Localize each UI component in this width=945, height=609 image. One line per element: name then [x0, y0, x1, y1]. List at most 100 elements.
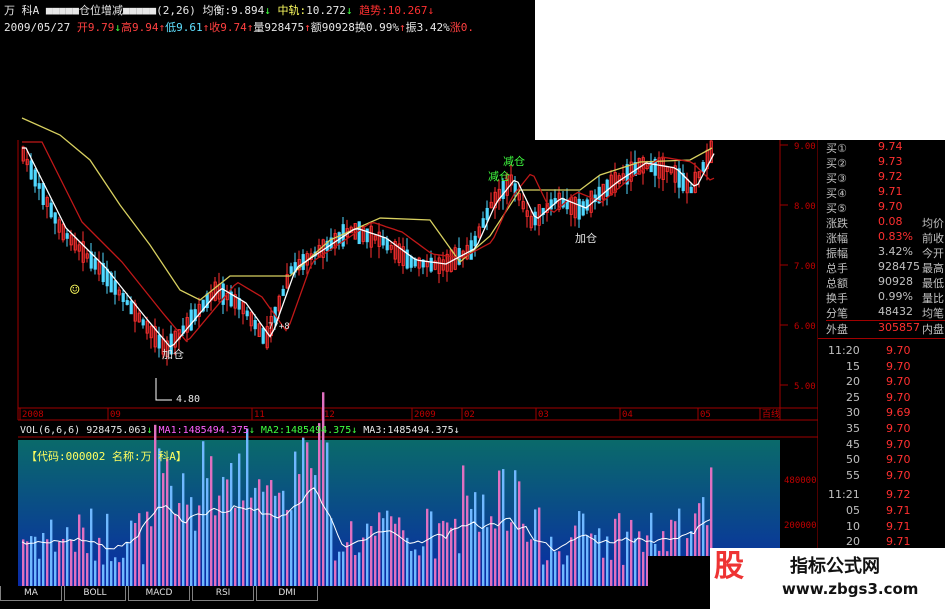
- quote-row: 买③ 9.72: [826, 170, 945, 185]
- volume-bar: [246, 428, 249, 586]
- candle-body: [261, 327, 265, 344]
- volume-bar: [434, 558, 437, 586]
- indicator-header: 万 科A ■■■■■仓位增减■■■■■(2,26) 均衡:9.894↓ 中轨:1…: [4, 2, 434, 18]
- tick-time: 15: [846, 359, 860, 373]
- tab-ma[interactable]: MA: [0, 586, 62, 601]
- volume-bar: [86, 553, 89, 586]
- down-arrow-icon: ↓: [345, 4, 353, 17]
- tick-time: 35: [846, 422, 860, 435]
- tab-macd[interactable]: MACD: [128, 586, 190, 601]
- candle-body: [141, 319, 145, 326]
- quote-value: 9.70: [878, 200, 903, 213]
- volume-bar: [546, 560, 549, 586]
- volume-axis: 480000 200000: [784, 476, 817, 531]
- candle-body: [473, 235, 477, 247]
- stock-name: 万 科A: [4, 4, 40, 17]
- volume-bar: [318, 423, 321, 586]
- quote-row: 涨幅 0.83% 前收: [826, 230, 945, 245]
- tick-time: 20: [846, 375, 860, 389]
- candle-body: [485, 207, 489, 221]
- down-arrow-icon: ↓: [114, 21, 121, 34]
- volume-bar: [610, 559, 613, 586]
- trend-label: 趋势:: [359, 4, 388, 17]
- volume-bar: [474, 492, 477, 586]
- volume-bar: [250, 497, 253, 586]
- candle-body: [221, 283, 225, 305]
- volume-bar: [406, 537, 409, 586]
- tab-dmi[interactable]: DMI: [256, 586, 318, 601]
- candle-body: [409, 256, 413, 268]
- tick-time: 50: [846, 453, 860, 467]
- volume-bar: [606, 536, 609, 586]
- candle-body: [385, 238, 389, 251]
- close-price: 收9.74: [209, 21, 247, 34]
- watermark-logo: 股: [714, 549, 744, 584]
- volume-tick-label: 200000: [784, 521, 817, 531]
- volume-bar: [174, 513, 177, 586]
- volume-bar: [34, 536, 37, 586]
- volume-bar: [498, 470, 501, 586]
- volume-bar: [614, 518, 617, 586]
- quote-value: 0.99%: [878, 290, 913, 303]
- quote-label: 买④: [826, 187, 847, 200]
- time-tick-label: 12: [324, 410, 335, 420]
- quote-label: 总额: [826, 277, 848, 290]
- mid-label: 中轨:: [277, 4, 307, 17]
- volume-bar: [258, 479, 261, 586]
- quote-label: 买①: [826, 142, 847, 155]
- volume-bar: [526, 541, 529, 586]
- watermark-url: www.zbgs3.com: [782, 580, 919, 598]
- volume-bar: [418, 555, 421, 586]
- volume-bar: [466, 495, 469, 586]
- volume-bar: [134, 522, 137, 586]
- tick-row: 11:20 9.70: [828, 344, 945, 358]
- volume-bar: [254, 487, 257, 586]
- vol-ma2: MA2:1485494.375: [260, 425, 352, 436]
- reduce-position-label: 减仓: [488, 170, 510, 183]
- volume-bar: [58, 541, 61, 586]
- volume-value: 量928475: [253, 21, 305, 34]
- tick-price: 9.70: [886, 344, 911, 357]
- quote-tail-label: 前收: [922, 232, 944, 245]
- quote-value: 3.42%: [878, 245, 913, 258]
- volume-bar: [66, 527, 69, 586]
- volume-bar: [458, 553, 461, 586]
- candles: [21, 135, 713, 366]
- quote-value: 0.08: [878, 215, 903, 228]
- price-tick-label: 9.00: [794, 142, 816, 152]
- volume-bar: [590, 533, 593, 586]
- volume-bar: [70, 539, 73, 586]
- volume-bar: [410, 550, 413, 586]
- candle-body: [585, 199, 589, 211]
- volume-bar: [542, 564, 545, 586]
- trend-line: [21, 117, 713, 301]
- volume-bar: [470, 508, 473, 586]
- time-tick-label: 04: [622, 410, 633, 420]
- volume-bar: [478, 531, 481, 586]
- tab-rsi[interactable]: RSI: [192, 586, 254, 601]
- volume-bar: [338, 551, 341, 586]
- volume-bar: [582, 513, 585, 586]
- volume-bar: [166, 458, 169, 586]
- candle-body: [289, 266, 293, 274]
- quote-tail-label: 最低: [922, 277, 944, 290]
- tick-row: 20 9.70: [828, 375, 945, 389]
- volume-bar: [414, 549, 417, 586]
- volume-bar: [238, 453, 241, 586]
- candle-body: [245, 310, 249, 317]
- volume-tick-label: 480000: [784, 476, 817, 486]
- price-tick-label: 8.00: [794, 202, 816, 212]
- candle-body: [581, 201, 585, 216]
- tab-boll[interactable]: BOLL: [64, 586, 126, 601]
- quote-label: 外盘: [826, 323, 848, 336]
- volume-bar: [230, 463, 233, 586]
- candle-body: [49, 202, 53, 218]
- quote-row: 买② 9.73: [826, 155, 945, 170]
- volume-bar: [362, 537, 365, 586]
- volume-bar: [586, 535, 589, 586]
- volume-bar: [94, 560, 97, 586]
- candle-body: [93, 258, 97, 270]
- turnover-value: 换0.99%: [354, 21, 399, 34]
- volume-bar: [358, 552, 361, 586]
- indicator-params: (2,26): [156, 4, 196, 17]
